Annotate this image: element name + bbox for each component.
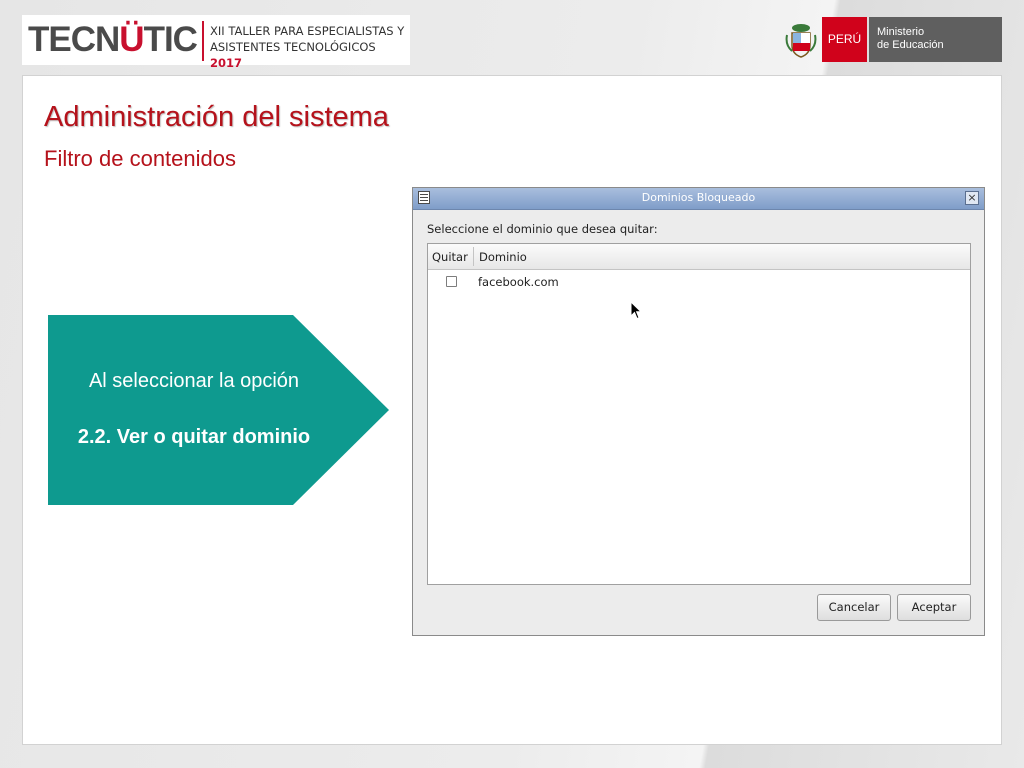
tecnotic-logo: TECNÜTIC XII TALLER PARA ESPECIALISTAS Y… <box>22 15 410 70</box>
blocked-domains-dialog: Dominios Bloqueado × Seleccione el domin… <box>412 187 985 636</box>
list-header: Quitar Dominio <box>428 244 970 270</box>
ministry-line-1: Ministerio <box>877 26 925 38</box>
dialog-titlebar[interactable]: Dominios Bloqueado × <box>413 188 984 210</box>
column-divider[interactable] <box>473 247 474 266</box>
event-year: 2017 <box>210 56 243 70</box>
domain-name: facebook.com <box>478 275 559 289</box>
callout-line-1: Al seleccionar la opción <box>88 370 300 392</box>
close-icon[interactable]: × <box>965 191 979 205</box>
event-line-2: ASISTENTES TECNOLÓGICOS 2017 <box>210 40 376 70</box>
slide-title: Administración del sistema <box>44 101 389 133</box>
event-name: XII TALLER PARA ESPECIALISTAS Y ASISTENT… <box>210 23 410 71</box>
list-item[interactable]: facebook.com <box>428 271 970 293</box>
event-line-1: XII TALLER PARA ESPECIALISTAS Y <box>210 24 405 38</box>
cancel-button[interactable]: Cancelar <box>817 594 891 621</box>
domain-list: Quitar Dominio facebook.com <box>427 243 971 585</box>
dialog-prompt: Seleccione el dominio que desea quitar: <box>427 222 658 236</box>
accept-button[interactable]: Aceptar <box>897 594 971 621</box>
ministry-badge: Ministerio de Educación <box>869 17 1002 62</box>
dialog-title: Dominios Bloqueado <box>641 191 756 204</box>
logo-divider <box>202 21 204 61</box>
remove-checkbox[interactable] <box>446 276 457 287</box>
tecnotic-wordmark: TECNÜTIC <box>28 20 198 59</box>
callout-arrow <box>48 315 389 505</box>
mouse-cursor-icon <box>630 301 642 320</box>
coat-of-arms-icon <box>785 24 817 58</box>
callout-line-2: 2.2. Ver o quitar dominio <box>77 426 311 448</box>
peru-badge: PERÚ <box>822 17 867 62</box>
ministry-logo: PERÚ Ministerio de Educación <box>782 17 1002 62</box>
ministry-line-2: de Educación <box>877 39 944 51</box>
slide-subtitle: Filtro de contenidos <box>44 146 236 171</box>
column-header-dominio[interactable]: Dominio <box>479 250 527 264</box>
column-header-quitar[interactable]: Quitar <box>432 250 468 264</box>
